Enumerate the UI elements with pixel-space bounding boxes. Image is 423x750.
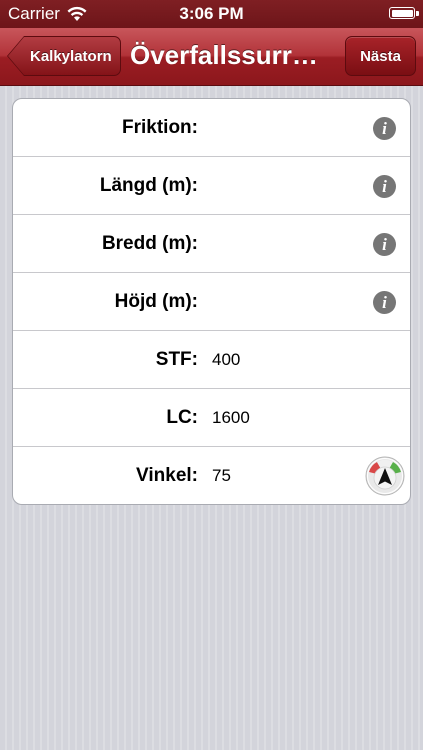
form-row-friction[interactable]: Friktion: i bbox=[13, 99, 410, 157]
friction-label: Friktion: bbox=[122, 116, 198, 138]
stf-input[interactable] bbox=[212, 331, 352, 388]
info-icon[interactable]: i bbox=[373, 291, 396, 314]
stf-label: STF: bbox=[155, 348, 198, 370]
battery-level bbox=[391, 9, 413, 17]
lc-input[interactable] bbox=[212, 389, 352, 446]
form-row-width[interactable]: Bredd (m): i bbox=[13, 215, 410, 273]
form-row-stf[interactable]: STF: bbox=[13, 331, 410, 389]
next-button[interactable]: Nästa bbox=[345, 36, 416, 76]
info-icon[interactable]: i bbox=[373, 175, 396, 198]
height-input[interactable] bbox=[212, 273, 352, 330]
width-label: Bredd (m): bbox=[101, 232, 198, 254]
battery-icon bbox=[389, 7, 419, 19]
form-row-height[interactable]: Höjd (m): i bbox=[13, 273, 410, 331]
length-label: Längd (m): bbox=[99, 174, 198, 196]
navigation-bar: Kalkylatorn Överfallssurr… Nästa bbox=[0, 28, 423, 86]
angle-label: Vinkel: bbox=[136, 464, 198, 486]
back-button[interactable]: Kalkylatorn bbox=[8, 37, 120, 75]
lc-label: LC: bbox=[166, 406, 198, 428]
form-row-angle[interactable]: Vinkel: bbox=[13, 447, 410, 504]
status-bar: Carrier 3:06 PM bbox=[0, 0, 423, 28]
form-row-length[interactable]: Längd (m): i bbox=[13, 157, 410, 215]
width-input[interactable] bbox=[212, 215, 352, 272]
info-icon[interactable]: i bbox=[373, 233, 396, 256]
page-title: Överfallssurr… bbox=[130, 40, 318, 70]
angle-picker-icon[interactable] bbox=[365, 456, 405, 496]
angle-input[interactable] bbox=[212, 447, 352, 504]
status-time: 3:06 PM bbox=[179, 4, 244, 23]
friction-input[interactable] bbox=[212, 99, 352, 156]
info-icon[interactable]: i bbox=[373, 117, 396, 140]
form-row-lc[interactable]: LC: bbox=[13, 389, 410, 447]
height-label: Höjd (m): bbox=[114, 290, 198, 312]
form-table: Friktion: i Längd (m): i Bredd (m): i Hö… bbox=[12, 98, 411, 505]
length-input[interactable] bbox=[212, 157, 352, 214]
